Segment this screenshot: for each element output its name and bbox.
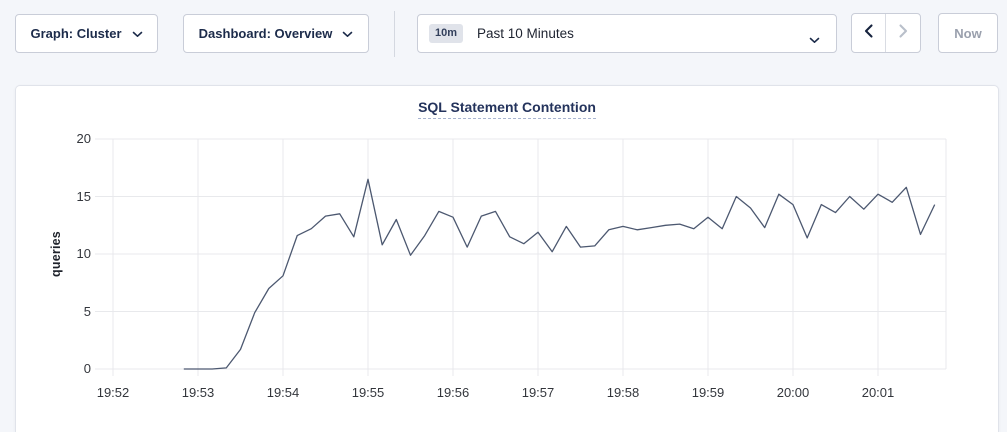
- chevron-down-icon: [809, 31, 820, 49]
- x-tick-label: 19:54: [258, 385, 308, 401]
- x-tick-label: 19:59: [683, 385, 733, 401]
- x-tick-label: 19:58: [598, 385, 648, 401]
- y-axis-title: queries: [49, 231, 63, 277]
- time-range-nav: [851, 13, 921, 53]
- y-tick-label: 0: [51, 360, 91, 378]
- prev-range-button[interactable]: [852, 14, 886, 52]
- dashboard-dropdown-label: Dashboard: Overview: [199, 26, 333, 41]
- x-tick-label: 20:01: [853, 385, 903, 401]
- y-tick-label: 15: [51, 188, 91, 206]
- series-line: [184, 179, 935, 369]
- line-chart[interactable]: [16, 86, 1000, 432]
- time-range-badge: 10m: [429, 24, 463, 43]
- chevron-right-icon: [899, 24, 908, 43]
- graph-dropdown-label: Graph: Cluster: [30, 26, 121, 41]
- dashboard-dropdown[interactable]: Dashboard: Overview: [183, 14, 369, 53]
- time-range-picker[interactable]: 10m Past 10 Minutes: [417, 14, 837, 53]
- x-tick-label: 19:53: [173, 385, 223, 401]
- time-range-label: Past 10 Minutes: [477, 26, 574, 41]
- x-tick-label: 20:00: [768, 385, 818, 401]
- now-button[interactable]: Now: [938, 13, 998, 53]
- chart-panel: SQL Statement Contention 0510152019:5219…: [15, 85, 999, 432]
- chevron-down-icon: [132, 26, 143, 41]
- toolbar-divider: [394, 11, 395, 57]
- metrics-dashboard-page: Graph: Cluster Dashboard: Overview 10m P…: [0, 0, 1007, 432]
- y-tick-label: 20: [51, 130, 91, 148]
- x-tick-label: 19:57: [513, 385, 563, 401]
- x-tick-label: 19:52: [88, 385, 138, 401]
- graph-dropdown[interactable]: Graph: Cluster: [15, 14, 158, 53]
- chevron-left-icon: [864, 24, 873, 43]
- chevron-down-icon: [342, 26, 353, 41]
- next-range-button[interactable]: [886, 14, 920, 52]
- x-tick-label: 19:55: [343, 385, 393, 401]
- y-tick-label: 5: [51, 303, 91, 321]
- x-tick-label: 19:56: [428, 385, 478, 401]
